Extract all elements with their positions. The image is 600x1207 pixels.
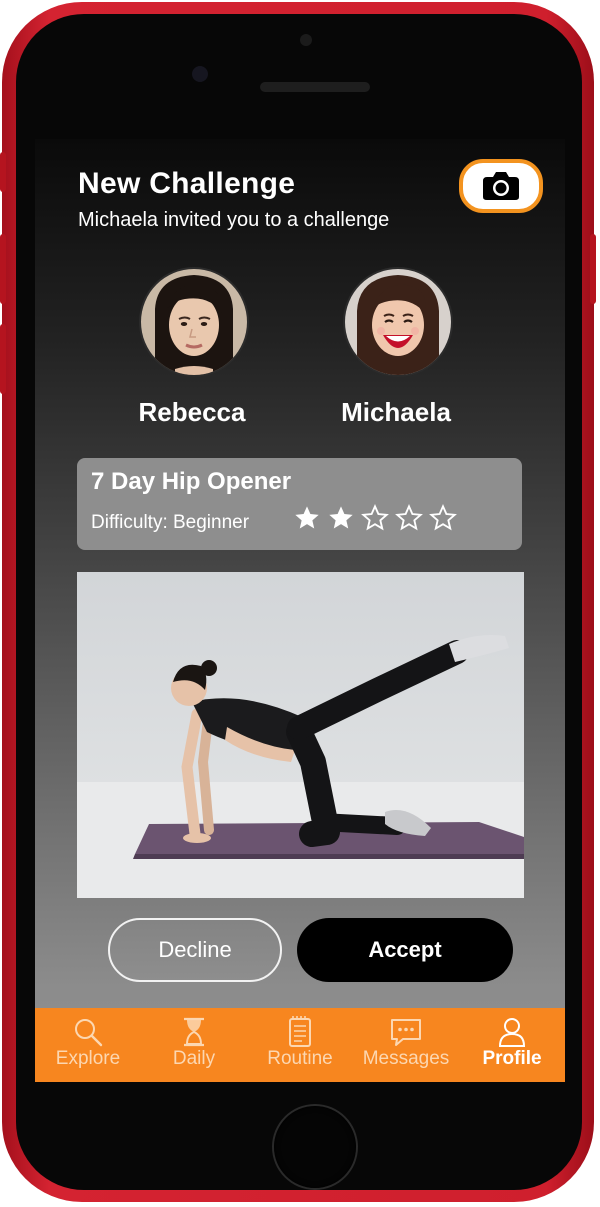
tab-label-daily: Daily [172,1048,216,1069]
tab-profile[interactable]: Profile [459,1008,565,1082]
page-title: New Challenge [78,167,296,200]
tab-messages[interactable]: Messages [353,1008,459,1082]
tab-explore[interactable]: Explore [35,1008,141,1082]
challenge-photo [77,572,524,898]
accept-button[interactable]: Accept [297,918,513,982]
star-filled-icon [295,506,319,529]
challenge-title: 7 Day Hip Opener [91,468,292,495]
phone-side-button [0,152,6,192]
app-screen: New Challenge Michaela invited you to a … [35,139,565,1082]
star-empty-icon [429,504,457,531]
phone-frame: New Challenge Michaela invited you to a … [0,2,596,1202]
avatar-rebecca[interactable] [139,267,249,377]
tab-label-profile: Profile [482,1048,542,1069]
search-icon [75,1019,103,1047]
star-empty-icon [395,504,423,531]
person-icon [498,1018,526,1047]
star-empty-icon [361,504,389,531]
challenge-card[interactable]: 7 Day Hip Opener Difficulty: Beginner [77,458,522,550]
notepad-icon [289,1016,311,1047]
camera-icon [483,172,519,200]
earpiece-speaker [260,82,370,92]
star-filled-icon [329,506,353,529]
tab-routine[interactable]: Routine [247,1008,353,1082]
page-subtitle: Michaela invited you to a challenge [78,209,390,231]
proximity-sensor [300,34,312,46]
tab-label-routine: Routine [267,1048,333,1069]
difficulty-rating [293,504,457,532]
camera-button[interactable] [459,159,543,213]
bottom-tab-bar: Explore Daily Routine Messages Profile [35,1008,565,1082]
decline-button[interactable]: Decline [108,918,282,982]
phone-volume-up [0,234,6,304]
avatar-michaela[interactable] [343,267,453,377]
challenge-difficulty: Difficulty: Beginner [91,512,250,533]
phone-power-button [590,234,596,304]
home-button[interactable] [274,1106,356,1188]
tab-daily[interactable]: Daily [141,1008,247,1082]
hourglass-icon [184,1017,204,1047]
phone-volume-down [0,324,6,394]
tab-label-explore: Explore [55,1048,121,1069]
chat-icon [391,1019,421,1046]
front-camera [192,66,208,82]
tab-label-messages: Messages [362,1048,450,1069]
participant-name-michaela: Michaela [341,397,451,427]
participant-name-rebecca: Rebecca [138,397,246,427]
